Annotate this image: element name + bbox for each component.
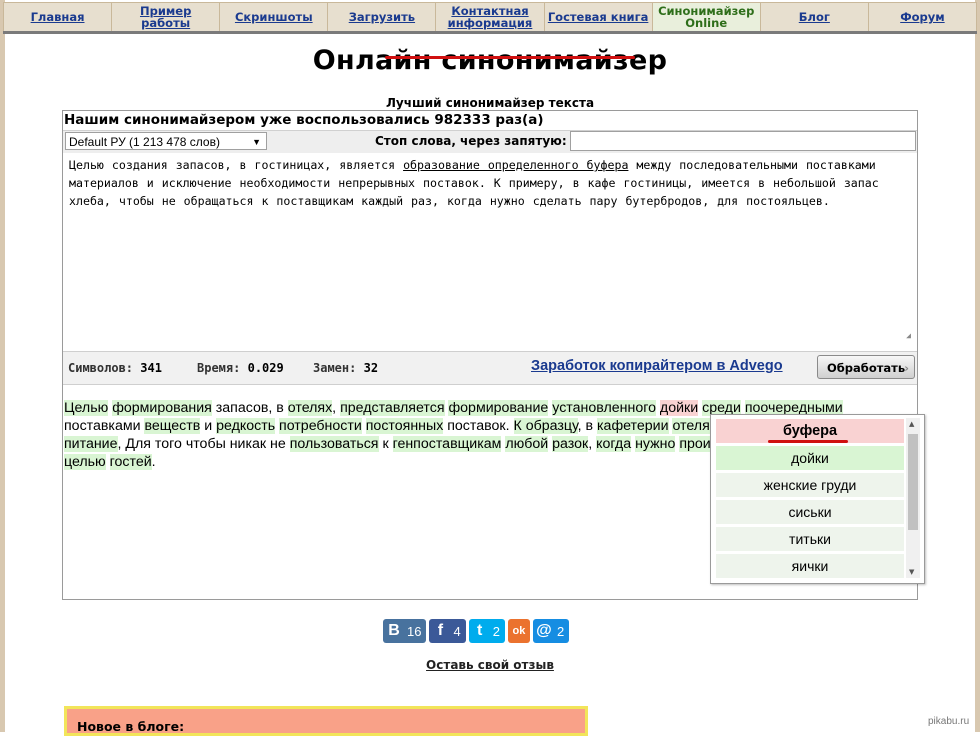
- replaced-word[interactable]: гостей: [110, 454, 152, 470]
- replaced-word[interactable]: потребности: [279, 418, 362, 434]
- result-text-fragment: , Для того чтобы никак не: [118, 436, 290, 452]
- annotation-underline-option: [768, 440, 848, 443]
- odnoklassniki-icon: ok: [508, 625, 530, 637]
- replaced-word[interactable]: редкость: [216, 418, 275, 434]
- time-stat: Время: 0.029: [197, 361, 284, 375]
- result-text-fragment: , в: [578, 418, 597, 434]
- chevron-down-icon: ▼: [252, 133, 261, 151]
- dropdown-scrollbar[interactable]: ▲ ▼: [906, 418, 920, 578]
- replaced-word[interactable]: веществ: [144, 418, 200, 434]
- share-buttons: В16 f4 t2 ok @2: [383, 619, 569, 643]
- chars-stat: Символов: 341: [68, 361, 162, 375]
- advego-link[interactable]: Заработок копирайтером в Advego: [531, 358, 783, 374]
- twitter-icon: t: [469, 622, 491, 640]
- nav-blog[interactable]: Блог: [761, 3, 869, 31]
- page-title: Онлайн синонимайзер: [0, 45, 980, 76]
- source-text-before: Целью создания запасов, в гостиницах, яв…: [69, 158, 403, 172]
- replaced-word[interactable]: отелях: [288, 400, 332, 416]
- chevron-right-icon: ›: [904, 356, 909, 380]
- share-count: 2: [491, 624, 505, 639]
- replaced-word[interactable]: разок: [552, 436, 588, 452]
- synonym-option[interactable]: титьки: [716, 527, 904, 552]
- replaced-word[interactable]: представляется: [340, 400, 444, 416]
- usage-counter: Нашим синонимайзером уже воспользовались…: [64, 112, 544, 128]
- share-facebook-button[interactable]: f4: [429, 619, 465, 643]
- facebook-icon: f: [429, 622, 451, 640]
- synonym-option[interactable]: дойки: [716, 446, 904, 471]
- replaced-word[interactable]: генпоставщикам: [393, 436, 502, 452]
- page-subtitle: Лучший синонимайзер текста: [0, 96, 980, 110]
- scroll-thumb[interactable]: [908, 434, 918, 530]
- nav-home[interactable]: Главная: [4, 3, 112, 31]
- result-text-fragment: ,: [332, 400, 340, 416]
- share-vk-button[interactable]: В16: [383, 619, 426, 643]
- result-text-fragment: ,: [588, 436, 596, 452]
- synonym-option[interactable]: сиськи: [716, 500, 904, 525]
- share-odnoklassniki-button[interactable]: ok: [508, 619, 530, 643]
- replaced-word[interactable]: питание: [64, 436, 118, 452]
- synonym-option[interactable]: женские груди: [716, 473, 904, 498]
- result-text-fragment: запасов, в: [212, 400, 288, 416]
- result-text-fragment: поставками: [64, 418, 144, 434]
- result-text-fragment: и: [200, 418, 216, 434]
- nav-divider: [3, 31, 977, 34]
- process-button[interactable]: Обработать ›: [817, 355, 915, 379]
- result-text-fragment: к: [379, 436, 393, 452]
- stats-row: Символов: 341 Время: 0.029 Замен: 32 Зар…: [63, 351, 917, 385]
- replaced-word[interactable]: Целью: [64, 400, 108, 416]
- share-mailru-button[interactable]: @2: [533, 619, 569, 643]
- share-twitter-button[interactable]: t2: [469, 619, 505, 643]
- source-text-area[interactable]: Целью создания запасов, в гостиницах, яв…: [63, 153, 915, 349]
- replaced-word[interactable]: установленного: [552, 400, 656, 416]
- process-button-label: Обработать: [827, 361, 905, 375]
- nav-example[interactable]: Пример работы: [112, 3, 220, 31]
- watermark: pikabu.ru: [928, 716, 969, 727]
- nav-contacts[interactable]: Контактная информация: [436, 3, 544, 31]
- replaced-word[interactable]: пользоваться: [290, 436, 379, 452]
- feedback-link[interactable]: Оставь свой отзыв: [0, 658, 980, 672]
- result-text-fragment: поставок.: [443, 418, 513, 434]
- source-text-highlight: образование определенного буфера: [403, 158, 628, 172]
- top-navigation: Главная Пример работы Скриншоты Загрузит…: [3, 2, 977, 32]
- nav-guestbook[interactable]: Гостевая книга: [545, 3, 653, 31]
- replaced-word[interactable]: постоянных: [366, 418, 444, 434]
- controls-row: Default РУ (1 213 478 слов) ▼ Стоп слова…: [63, 130, 917, 153]
- share-count: 2: [555, 624, 569, 639]
- replaced-word[interactable]: формирования: [112, 400, 212, 416]
- nav-screenshots[interactable]: Скриншоты: [220, 3, 328, 31]
- annotation-underline-source: [385, 56, 635, 59]
- share-count: 4: [451, 624, 465, 639]
- dictionary-select-value: Default РУ (1 213 478 слов): [69, 135, 220, 149]
- replaced-word[interactable]: отеля: [672, 418, 709, 434]
- dictionary-select[interactable]: Default РУ (1 213 478 слов) ▼: [65, 132, 267, 150]
- replaced-word[interactable]: формирование: [448, 400, 548, 416]
- stop-words-label: Стоп слова, через запятую:: [375, 134, 567, 148]
- replaced-word[interactable]: нужно: [635, 436, 675, 452]
- replaced-word[interactable]: К образцу: [514, 418, 578, 434]
- mailru-icon: @: [533, 622, 555, 640]
- share-count: 16: [405, 624, 426, 639]
- resize-grip-icon[interactable]: ◢: [906, 327, 911, 345]
- vk-icon: В: [383, 622, 405, 640]
- replaced-word[interactable]: когда: [596, 436, 631, 452]
- replaced-word[interactable]: любой: [505, 436, 548, 452]
- replaced-word-active[interactable]: дойки: [660, 400, 698, 416]
- nav-synonymizer-online[interactable]: Синонимайзер Online: [653, 3, 761, 31]
- nav-forum[interactable]: Форум: [869, 3, 976, 31]
- scroll-down-icon[interactable]: ▼: [909, 568, 914, 576]
- synonym-option[interactable]: яички: [716, 554, 904, 579]
- result-text-fragment: .: [152, 454, 156, 470]
- replacements-stat: Замен: 32: [313, 361, 378, 375]
- nav-download[interactable]: Загрузить: [328, 3, 436, 31]
- stop-words-input[interactable]: [570, 131, 916, 151]
- replaced-word[interactable]: кафетерии: [597, 418, 668, 434]
- scroll-up-icon[interactable]: ▲: [909, 420, 914, 428]
